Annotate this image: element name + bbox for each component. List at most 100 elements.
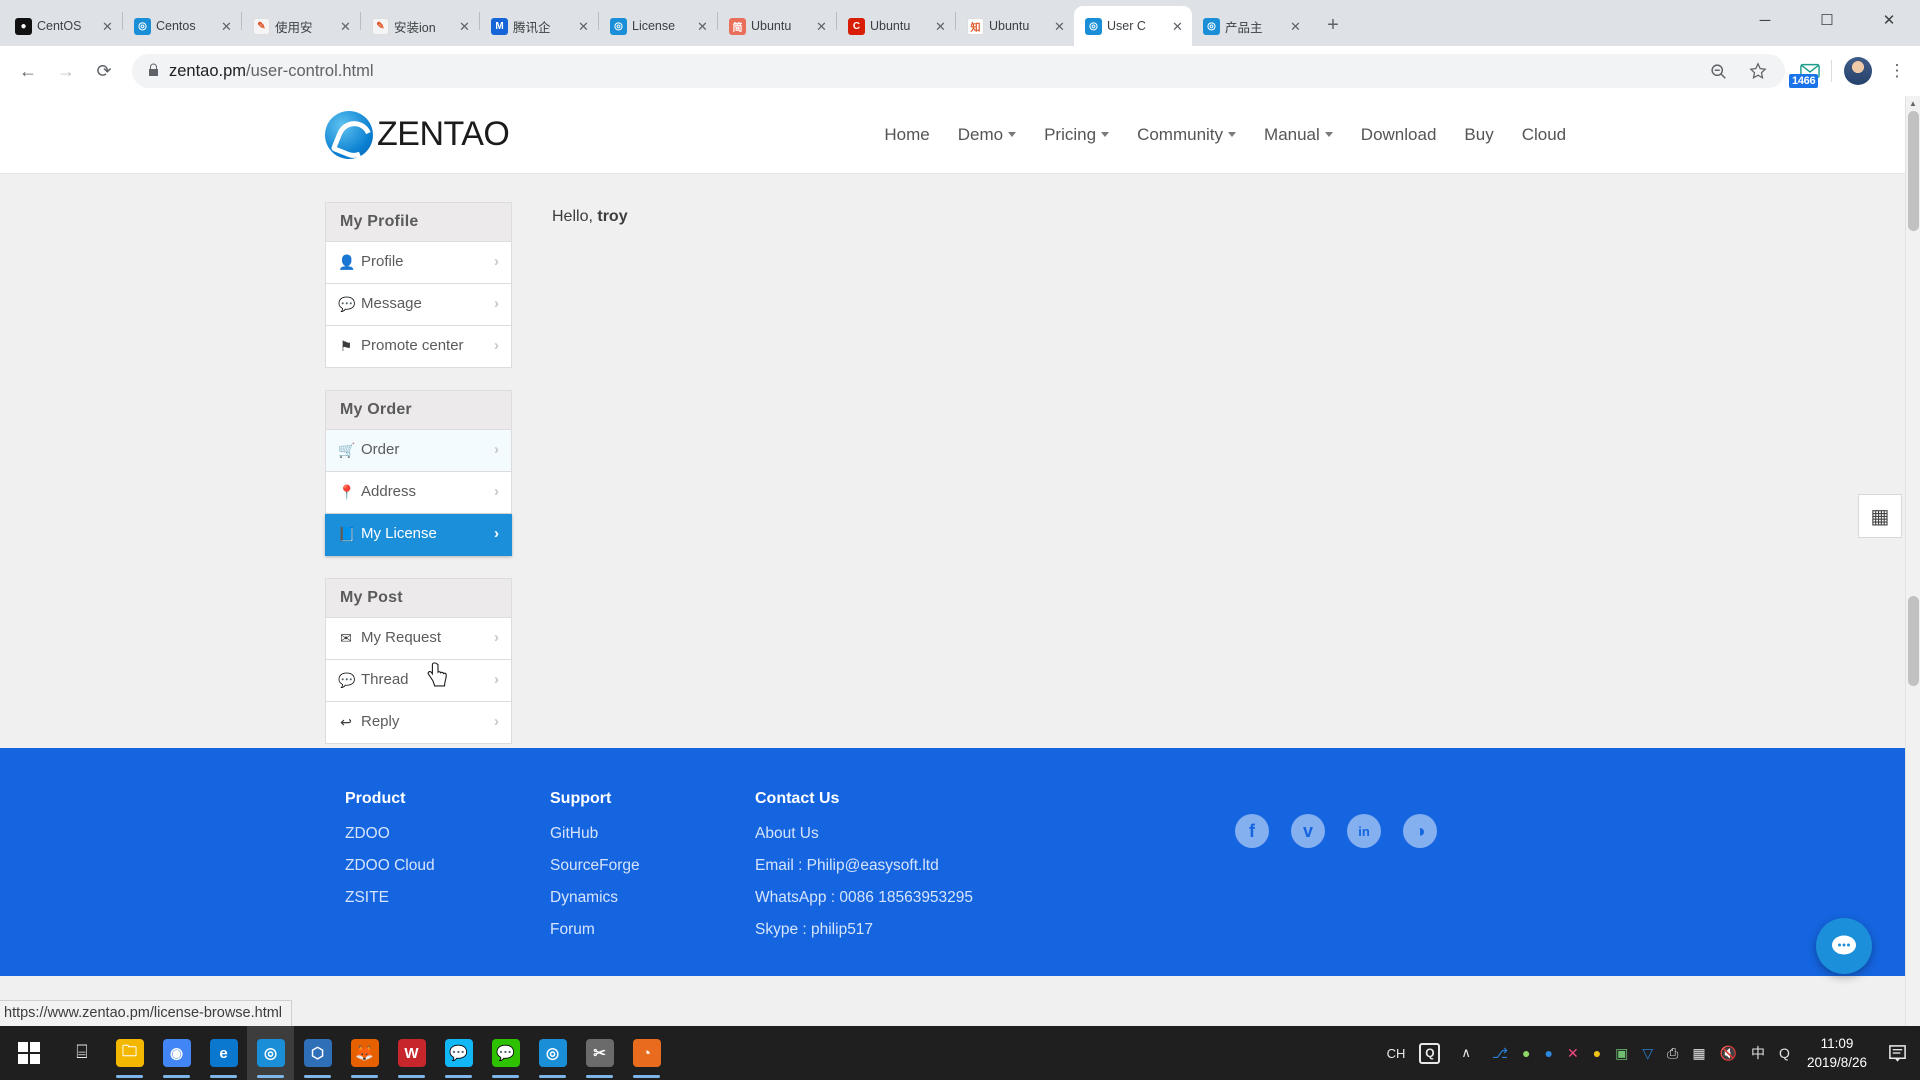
nav-item-demo[interactable]: Demo (958, 125, 1017, 145)
taskbar-app-xmind[interactable]: ◔ (623, 1026, 670, 1080)
browser-menu-icon[interactable]: ⋮ (1884, 58, 1910, 84)
browser-tab[interactable]: 简 Ubuntu ✕ (718, 6, 836, 46)
tab-close-icon[interactable]: ✕ (813, 18, 830, 35)
bookmark-star-icon[interactable] (1745, 58, 1771, 84)
notification-center-icon[interactable] (1881, 1026, 1914, 1080)
tab-close-icon[interactable]: ✕ (456, 18, 473, 35)
sidebar-item-promote-center[interactable]: ⚑ Promote center › (325, 326, 512, 368)
taskbar-app-zentao-browser[interactable]: ◎ (247, 1026, 294, 1080)
nav-item-pricing[interactable]: Pricing (1044, 125, 1110, 145)
browser-tab[interactable]: 知 Ubuntu ✕ (956, 6, 1074, 46)
browser-tab[interactable]: ✎ 安装ion ✕ (361, 6, 479, 46)
sidebar-item-my-request[interactable]: ✉ My Request › (325, 618, 512, 660)
footer-link[interactable]: Skype : philip517 (755, 921, 1155, 939)
footer-link[interactable]: ZDOO (345, 825, 550, 843)
ime-indicator[interactable]: CH (1380, 1026, 1413, 1080)
nav-item-home[interactable]: Home (884, 125, 929, 145)
browser-tab[interactable]: ◎ License ✕ (599, 6, 717, 46)
browser-tab[interactable]: ✎ 使用安 ✕ (242, 6, 360, 46)
nav-item-community[interactable]: Community (1137, 125, 1237, 145)
taskbar-app-firefox[interactable]: 🦊 (341, 1026, 388, 1080)
page-scrollbar[interactable]: ▲ (1905, 96, 1920, 1026)
tab-close-icon[interactable]: ✕ (1051, 18, 1068, 35)
github-icon[interactable]: ◑ (1403, 814, 1437, 848)
taskbar-app-zentao-app[interactable]: ◎ (529, 1026, 576, 1080)
browser-tab[interactable]: ● CentOS ✕ (4, 6, 122, 46)
sidebar-item-thread[interactable]: 💬 Thread › (325, 660, 512, 702)
address-bar[interactable]: zentao.pm/user-control.html (132, 54, 1785, 88)
tab-close-icon[interactable]: ✕ (99, 18, 116, 35)
taskbar-app-wechat[interactable]: 💬 (482, 1026, 529, 1080)
taskbar-clock[interactable]: 11:09 2019/8/26 (1797, 1034, 1881, 1072)
footer-link[interactable]: GitHub (550, 825, 755, 843)
tray-expand-icon[interactable]: ∧ (1447, 1026, 1485, 1080)
tab-close-icon[interactable]: ✕ (1169, 18, 1186, 35)
start-button[interactable] (0, 1026, 58, 1080)
facebook-icon[interactable]: f (1235, 814, 1269, 848)
browser-tab[interactable]: ◎ Centos ✕ (123, 6, 241, 46)
tab-close-icon[interactable]: ✕ (932, 18, 949, 35)
wechat-tray-icon[interactable]: ● (1515, 1026, 1537, 1080)
footer-link[interactable]: ZSITE (345, 889, 550, 907)
new-tab-button[interactable]: + (1318, 11, 1348, 41)
scrollbar-thumb[interactable] (1908, 111, 1919, 231)
sidebar-item-order[interactable]: 🛒 Order › (325, 430, 512, 472)
ime-badge-icon[interactable]: Q (1412, 1026, 1447, 1080)
maximize-button[interactable]: ☐ (1796, 0, 1858, 40)
nav-item-manual[interactable]: Manual (1264, 125, 1333, 145)
chat-support-button[interactable] (1816, 918, 1872, 974)
extension-icon[interactable]: 1466 (1789, 58, 1823, 88)
profile-avatar[interactable] (1844, 57, 1872, 85)
sogou-icon[interactable]: Q (1772, 1026, 1797, 1080)
taskbar-app-snipaste[interactable]: ✂ (576, 1026, 623, 1080)
footer-link[interactable]: WhatsApp : 0086 18563953295 (755, 889, 1155, 907)
browser-tab[interactable]: M 腾讯企 ✕ (480, 6, 598, 46)
browser-tab[interactable]: ◎ 产品主 ✕ (1192, 6, 1310, 46)
penguin-icon[interactable]: ● (1586, 1026, 1608, 1080)
taskbar-app-qq[interactable]: 💬 (435, 1026, 482, 1080)
qq-tray-icon[interactable]: ● (1537, 1026, 1559, 1080)
minimize-button[interactable]: ─ (1734, 0, 1796, 40)
ime-chinese-icon[interactable]: 中 (1744, 1026, 1772, 1080)
sidebar-item-address[interactable]: 📍 Address › (325, 472, 512, 514)
network-icon[interactable]: ▦ (1685, 1026, 1712, 1080)
nav-item-cloud[interactable]: Cloud (1522, 125, 1566, 145)
volume-mute-icon[interactable]: 🔇 (1713, 1026, 1744, 1080)
back-button[interactable]: ← (10, 53, 46, 89)
footer-link[interactable]: Email : Philip@easysoft.ltd (755, 857, 1155, 875)
tab-close-icon[interactable]: ✕ (218, 18, 235, 35)
scrollbar-thumb-secondary[interactable] (1908, 596, 1919, 686)
footer-link[interactable]: Dynamics (550, 889, 755, 907)
twitter-icon[interactable]: ᴠ (1291, 814, 1325, 848)
forward-button[interactable]: → (48, 53, 84, 89)
scroll-up-arrow[interactable]: ▲ (1906, 96, 1920, 111)
nav-item-buy[interactable]: Buy (1464, 125, 1493, 145)
close-window-button[interactable]: ✕ (1858, 0, 1920, 40)
qr-code-widget[interactable]: ▦ (1858, 494, 1902, 538)
task-view-button[interactable]: ⌸ (58, 1026, 106, 1080)
shield-icon[interactable]: ▽ (1635, 1026, 1660, 1080)
tab-close-icon[interactable]: ✕ (1287, 18, 1304, 35)
sidebar-item-profile[interactable]: 👤 Profile › (325, 242, 512, 284)
tab-close-icon[interactable]: ✕ (575, 18, 592, 35)
browser-tab[interactable]: ◎ User C ✕ (1074, 6, 1192, 46)
taskbar-app-virtualbox[interactable]: ⬡ (294, 1026, 341, 1080)
footer-link[interactable]: ZDOO Cloud (345, 857, 550, 875)
taskbar-app-wps-writer[interactable]: W (388, 1026, 435, 1080)
usb-icon[interactable]: ⎇ (1485, 1026, 1515, 1080)
tab-close-icon[interactable]: ✕ (337, 18, 354, 35)
sidebar-item-reply[interactable]: ↩ Reply › (325, 702, 512, 744)
browser-tab[interactable]: C Ubuntu ✕ (837, 6, 955, 46)
footer-link[interactable]: About Us (755, 825, 1155, 843)
taskbar-app-edge[interactable]: e (200, 1026, 247, 1080)
reload-button[interactable]: ⟳ (86, 53, 122, 89)
sidebar-item-my-license[interactable]: 📘 My License › (325, 514, 512, 556)
linkedin-icon[interactable]: in (1347, 814, 1381, 848)
taskbar-app-chrome[interactable]: ◉ (153, 1026, 200, 1080)
zentao-logo[interactable]: ZENTAO (325, 110, 510, 159)
xunlei-icon[interactable]: ✕ (1560, 1026, 1586, 1080)
sidebar-item-message[interactable]: 💬 Message › (325, 284, 512, 326)
taskbar-app-file-explorer[interactable]: 🗀 (106, 1026, 153, 1080)
zoom-out-icon[interactable] (1705, 58, 1731, 84)
tab-close-icon[interactable]: ✕ (694, 18, 711, 35)
